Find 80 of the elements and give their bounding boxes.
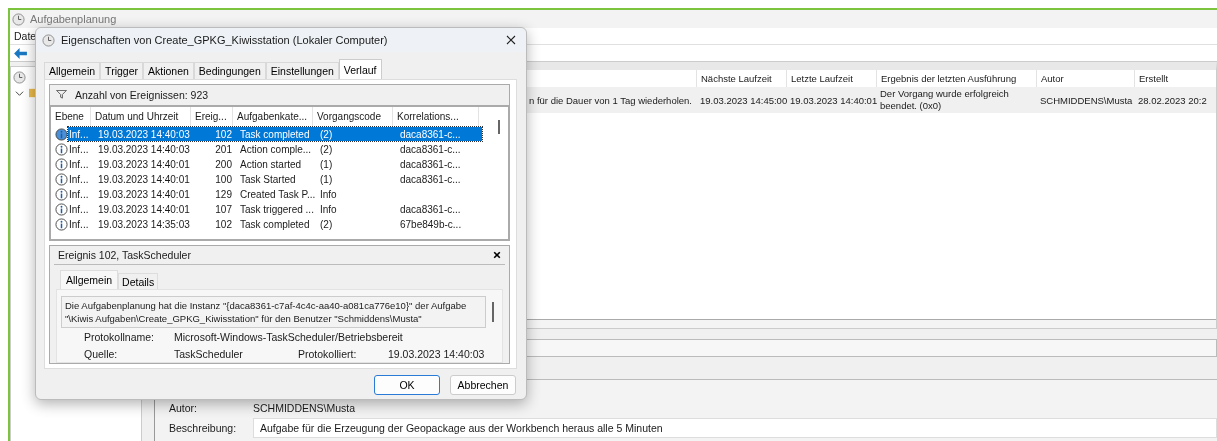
table-cell-text: 102 [214, 128, 233, 140]
table-cell-text: Inf... [68, 218, 90, 230]
table-cell-text: daca8361-c... [399, 158, 462, 170]
field-label: Protokollname: [84, 330, 156, 343]
event-row[interactable]: Inf... 19.03.2023 14:35:03 102 Task completed (2) 67be849b-c... [68, 217, 482, 232]
table-cell-text: Info [319, 203, 338, 215]
table-cell-text: Task completed [239, 218, 311, 230]
event-row[interactable]: Inf... 19.03.2023 14:40:01 107 Task triggered ... Info daca8361-c... [68, 202, 482, 217]
table-cell-text: 19.03.2023 14:40:01 [97, 188, 191, 200]
table-cell-text: Inf... [68, 158, 90, 170]
table-cell-text: 100 [214, 173, 233, 185]
menu-item[interactable]: Date [14, 30, 37, 42]
table-cell-text: Task triggered ... [239, 203, 315, 215]
table-cell-text: 19.03.2023 14:40:03 [97, 128, 191, 140]
field-value: Microsoft-Windows-TaskScheduler/Betriebsbereit [174, 330, 403, 343]
table-cell-text: 129 [214, 188, 233, 200]
table-cell-text: 28.02.2023 20:2 [1137, 94, 1208, 106]
table-cell-text: Inf... [68, 203, 90, 215]
table-cell-text: 19.03.2023 14:40:01 [97, 203, 191, 215]
table-cell-text: Info [319, 188, 338, 200]
message-box: Die Aufgabenplanung hat die Instanz "{daca8361-c7af-4c4c-aa40-a081ca776e10}" der Aufgabe "\Kiwis Aufgaben\Create_GPKG_Kiwisstation" für den Benutzer "Schmiddens\Musta" [61, 296, 487, 328]
table-cell-text: Inf... [68, 128, 90, 140]
table-cell-text: (2) [319, 143, 334, 155]
table-cell-text: 102 [214, 218, 233, 230]
event-row[interactable]: Inf... 19.03.2023 14:40:01 129 Created Task P... Info [68, 187, 482, 202]
dialog-button[interactable]: OK [374, 375, 440, 395]
window-title: Aufgabenplanung [30, 13, 117, 25]
table-cell-text: 19.03.2023 14:45:00 [699, 94, 786, 106]
tab[interactable]: Details [118, 273, 159, 289]
table-cell: n für die Dauer von 1 Tag wiederholen. [529, 94, 692, 106]
table-cell-text: Inf... [68, 143, 90, 155]
table-cell-text: Inf... [68, 188, 90, 200]
event-count: Anzahl von Ereignissen: 923 [75, 88, 209, 101]
table-cell-text: 67be849b-c... [399, 218, 463, 230]
field-label: Quelle: [84, 347, 119, 360]
event-row[interactable]: Inf... 19.03.2023 14:40:01 200 Action started (1) daca8361-c... [68, 157, 482, 172]
dialog-button[interactable]: Abbrechen [450, 375, 516, 395]
table-cell-text: Inf... [68, 173, 90, 185]
table-cell-text: 19.03.2023 14:35:03 [97, 218, 191, 230]
dialog-title: Eigenschaften von Create_GPKG_Kiwisstation (Lokaler Computer) [61, 34, 389, 46]
event-row[interactable]: Inf... 19.03.2023 14:40:01 100 Task Started (1) daca8361-c... [68, 172, 482, 187]
table-cell-text: daca8361-c... [399, 128, 462, 140]
table-cell-text: (1) [319, 158, 334, 170]
tab[interactable]: Aktionen [143, 62, 194, 79]
field-label: Beschreibung: [169, 422, 238, 434]
table-cell-text: 200 [214, 158, 233, 170]
tab[interactable]: Allgemein [60, 270, 119, 289]
table-cell-text: 19.03.2023 14:40:01 [97, 173, 191, 185]
tab[interactable]: Bedingungen [193, 62, 266, 79]
table-cell-text: Action comple... [239, 143, 313, 155]
table-cell-text: daca8361-c... [399, 203, 462, 215]
tab[interactable]: Verlauf [338, 59, 382, 79]
description-field[interactable]: Aufgabe für die Erzeugung der Geopackage aus der Workbench heraus alle 5 Minuten [253, 418, 1217, 438]
table-cell-text: Created Task P... [239, 188, 316, 200]
tab[interactable]: Allgemein [44, 62, 101, 79]
table-cell-text: (2) [319, 128, 334, 140]
event-title: Ereignis 102, TaskScheduler [58, 249, 191, 261]
field-label: Protokolliert: [298, 347, 358, 360]
table-cell-text: SCHMIDDENS\Musta [1039, 94, 1134, 106]
field-value: TaskScheduler [174, 347, 244, 360]
table-cell-text: 107 [214, 203, 233, 215]
table-cell-text: (2) [319, 218, 334, 230]
table-cell-text: Der Vorgang wurde erfolgreich beendet. (0x0) [879, 87, 1010, 113]
table-cell-text: 19.03.2023 14:40:01 [97, 158, 191, 170]
table-cell-text: 201 [214, 143, 233, 155]
tab[interactable]: Trigger [100, 62, 143, 79]
field-value: 19.03.2023 14:40:03 [388, 347, 485, 360]
table-cell-text: Action started [239, 158, 303, 170]
event-row[interactable]: Inf... 19.03.2023 14:40:03 201 Action comple... (2) daca8361-c... [68, 142, 482, 157]
field-value: SCHMIDDENS\Musta [253, 402, 356, 414]
table-cell-text: (1) [319, 173, 334, 185]
table-cell-text: Task completed [239, 128, 311, 140]
table-cell-text: 19.03.2023 14:40:01 [789, 94, 876, 106]
table-cell-text: daca8361-c... [399, 143, 462, 155]
table-cell-text: daca8361-c... [399, 173, 462, 185]
field-label: Autor: [169, 402, 198, 414]
event-row[interactable]: Inf... 19.03.2023 14:40:03 102 Task completed (2) daca8361-c... [68, 127, 482, 142]
table-cell-text: 19.03.2023 14:40:03 [97, 143, 191, 155]
tab[interactable]: Einstellungen [265, 62, 339, 79]
table-cell-text: Task Started [239, 173, 297, 185]
